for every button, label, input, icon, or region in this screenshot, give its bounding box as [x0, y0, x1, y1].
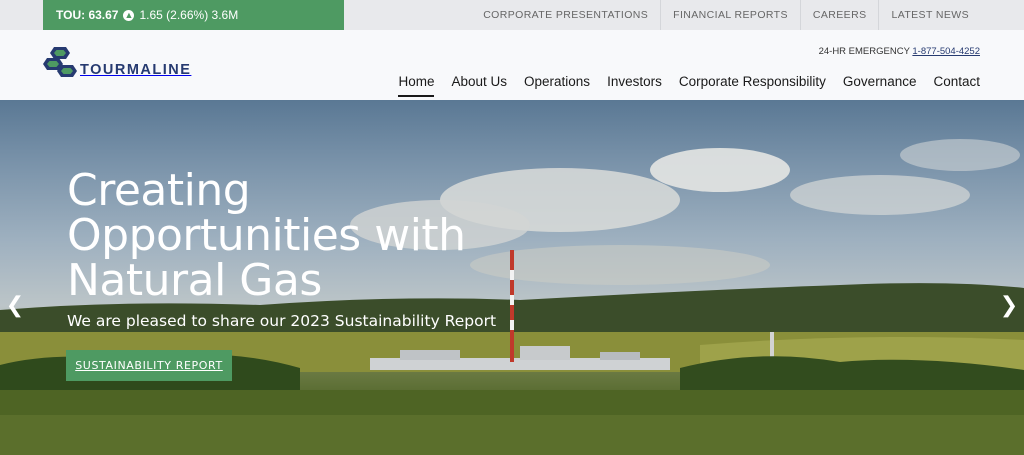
nav-home[interactable]: Home: [398, 74, 435, 97]
utility-nav: CORPORATE PRESENTATIONS FINANCIAL REPORT…: [471, 0, 981, 30]
nav-contact[interactable]: Contact: [933, 74, 980, 97]
hero-title: Creating Opportunities with Natural Gas: [67, 165, 466, 306]
site-header: TOURMALINE 24-HR EMERGENCY 1-877-504-425…: [0, 30, 1024, 100]
carousel-prev-chevron-icon[interactable]: ❮: [5, 290, 25, 320]
logo-wordmark: TOURMALINE: [80, 62, 192, 78]
carousel-next-chevron-icon[interactable]: ❯: [999, 290, 1019, 320]
util-link-careers[interactable]: CAREERS: [799, 0, 879, 30]
emergency-label: 24-HR EMERGENCY: [818, 46, 910, 57]
util-link-corporate-presentations[interactable]: CORPORATE PRESENTATIONS: [471, 0, 660, 30]
nav-operations[interactable]: Operations: [524, 74, 590, 97]
util-link-latest-news[interactable]: LATEST NEWS: [878, 0, 981, 30]
ticker-change: 1.65 (2.66%) 3.6M: [139, 8, 239, 22]
top-utility-bar: TOU: 63.67 ▲ 1.65 (2.66%) 3.6M CORPORATE…: [0, 0, 1024, 30]
emergency-phone-link[interactable]: 1-877-504-4252: [912, 46, 980, 57]
tourmaline-logo[interactable]: TOURMALINE: [43, 45, 191, 79]
nav-governance[interactable]: Governance: [843, 74, 917, 97]
arrow-up-circle-icon: ▲: [123, 9, 135, 21]
nav-investors[interactable]: Investors: [607, 74, 662, 97]
stock-ticker: TOU: 63.67 ▲ 1.65 (2.66%) 3.6M: [43, 0, 344, 30]
util-link-financial-reports[interactable]: FINANCIAL REPORTS: [660, 0, 800, 30]
hero-subtitle: We are pleased to share our 2023 Sustain…: [67, 312, 497, 330]
hexagon-logo-icon: [43, 47, 77, 77]
nav-corporate-responsibility[interactable]: Corporate Responsibility: [679, 74, 826, 97]
nav-about-us[interactable]: About Us: [451, 74, 507, 97]
hero-carousel: Creating Opportunities with Natural Gas …: [0, 100, 1024, 455]
ticker-symbol-price: TOU: 63.67: [56, 8, 119, 22]
emergency-contact: 24-HR EMERGENCY 1-877-504-4252: [819, 46, 980, 57]
main-nav: Home About Us Operations Investors Corpo…: [398, 74, 980, 97]
sustainability-report-button[interactable]: SUSTAINABILITY REPORT: [66, 350, 232, 381]
